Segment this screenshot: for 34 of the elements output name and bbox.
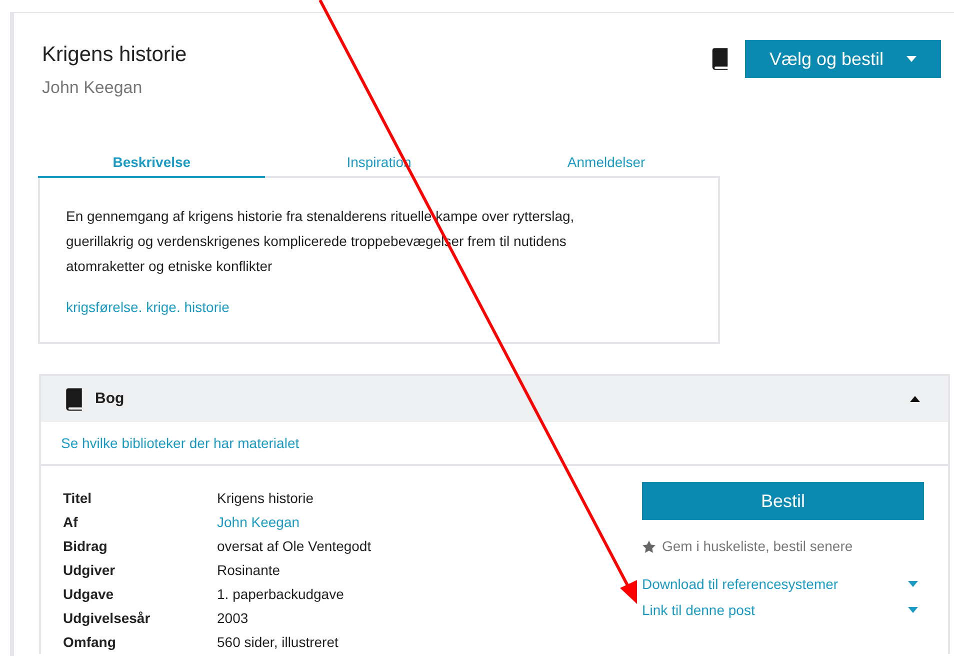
detail-label: Omfang: [63, 632, 117, 652]
author-name: John Keegan: [42, 76, 144, 98]
detail-label: Udgiver: [63, 560, 116, 580]
caret-down-icon: [906, 56, 917, 62]
detail-value: Rosinante: [217, 560, 280, 580]
detail-label: Bidrag: [63, 536, 108, 556]
tab[interactable]: Beskrivelse: [38, 148, 266, 178]
detail-value: 1. paperbackudgave: [217, 584, 344, 604]
material-header[interactable]: Bog: [41, 376, 948, 422]
detail-value: oversat af Ole Ventegodt: [217, 536, 372, 556]
dropdown-link[interactable]: Link til denne post: [642, 600, 755, 620]
detail-value: 2003: [217, 608, 248, 628]
material-type: Bog: [95, 388, 124, 409]
subject-links[interactable]: krigsførelse. krige. historie: [66, 297, 230, 318]
book-icon: [65, 386, 83, 412]
caret-down-icon: [908, 581, 918, 587]
detail-label: Udgave: [63, 584, 115, 604]
order-button[interactable]: Bestil: [642, 482, 924, 520]
libraries-link[interactable]: Se hvilke biblioteker der har materialet: [61, 432, 300, 454]
dropdown-link[interactable]: Download til referencesystemer: [642, 574, 838, 594]
detail-label: Titel: [63, 488, 93, 508]
detail-label: Udgivelsesår: [63, 608, 152, 628]
caret-down-icon: [908, 607, 918, 613]
order-dropdown-button[interactable]: Vælg og bestil: [745, 40, 941, 78]
detail-value: Krigens historie: [217, 488, 314, 508]
detail-link[interactable]: John Keegan: [217, 512, 300, 532]
detail-value: 560 sider, illustreret: [217, 632, 338, 652]
star-icon: [642, 540, 656, 554]
detail-label: Af: [63, 512, 79, 532]
book-icon: [711, 47, 729, 71]
caret-up-icon: [910, 396, 920, 402]
save-link[interactable]: Gem i huskeliste, bestil senere: [662, 536, 853, 557]
book-title: Krigens historie: [42, 42, 187, 68]
tab[interactable]: Anmeldelser: [492, 148, 720, 178]
